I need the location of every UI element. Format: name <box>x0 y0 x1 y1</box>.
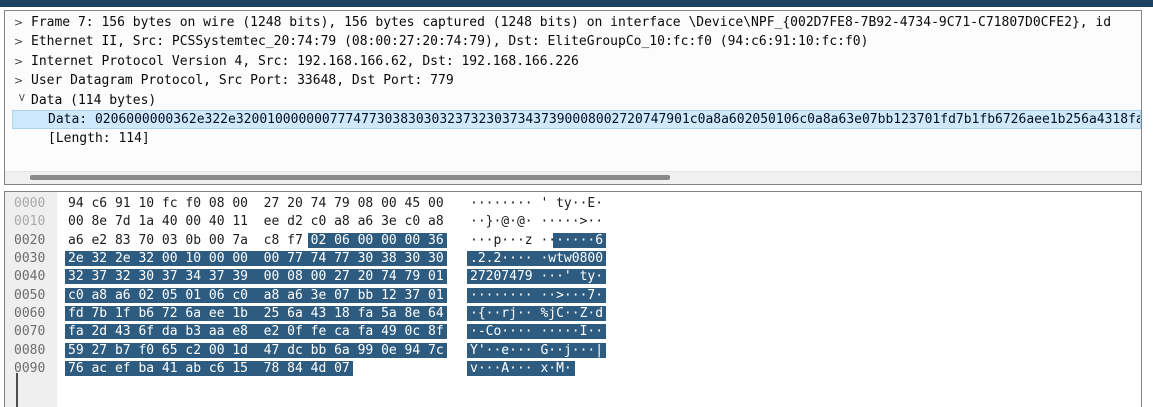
chevron-down-icon[interactable]: > <box>12 93 31 107</box>
hex-bytes[interactable]: 76 ac ef ba 41 ab c6 15 78 84 4d 07 <box>68 360 350 378</box>
ascii-bytes-selected: .2.2···· ·wtw0800 <box>467 251 606 266</box>
details-horizontal-scrollbar[interactable] <box>5 171 1141 184</box>
ascii-bytes[interactable]: 27207479 ···' ty· <box>470 268 603 286</box>
hex-row[interactable]: 0000 94 c6 91 10 fc f0 08 00 27 20 74 79 … <box>5 195 1141 213</box>
hex-offset: 0090 <box>14 360 45 378</box>
hex-row[interactable]: 0030 2e 32 2e 32 00 10 00 00 00 77 74 77 … <box>5 250 1141 268</box>
hex-bytes[interactable]: c0 a8 a6 02 05 01 06 c0 a8 a6 3e 07 bb 1… <box>68 287 444 305</box>
hex-dump-rows: 0000 94 c6 91 10 fc f0 08 00 27 20 74 79 … <box>5 195 1141 378</box>
detail-row[interactable]: >User Datagram Protocol, Src Port: 33648… <box>5 71 1141 90</box>
ascii-bytes-plain: ··}·@·@· ·····>·· <box>470 214 603 229</box>
hex-offset: 0030 <box>14 250 45 268</box>
ascii-bytes-selected: 27207479 ···' ty· <box>467 269 606 284</box>
ascii-bytes-selected: Y'··e··· G··j···| <box>467 343 606 358</box>
chevron-right-icon[interactable]: > <box>14 52 28 71</box>
details-scrollbar-thumb[interactable] <box>30 175 670 180</box>
hex-bytes-selected: fd 7b 1f b6 72 6a ee 1b 25 6a 43 18 fa 5… <box>65 306 447 321</box>
hex-offset: 0050 <box>14 287 45 305</box>
hex-bytes[interactable]: 00 8e 7d 1a 40 00 40 11 ee d2 c0 a8 a6 3… <box>68 213 444 231</box>
hex-bytes-selected: c0 a8 a6 02 05 01 06 c0 a8 a6 3e 07 bb 1… <box>65 288 447 303</box>
detail-row-label: Data (114 bytes) <box>31 93 156 108</box>
hex-bytes[interactable]: fd 7b 1f b6 72 6a ee 1b 25 6a 43 18 fa 5… <box>68 305 444 323</box>
hex-bytes-plain: 94 c6 91 10 fc f0 08 00 27 20 74 79 08 0… <box>68 196 444 211</box>
hex-row[interactable]: 0080 59 27 b7 f0 65 c2 00 1d 47 dc bb 6a … <box>5 342 1141 360</box>
hex-offset: 0010 <box>14 213 45 231</box>
ascii-bytes-selected: ·{··rj·· %jC··Z·d <box>467 306 606 321</box>
detail-row-label: Frame 7: 156 bytes on wire (1248 bits), … <box>31 15 1111 30</box>
hex-offset: 0040 <box>14 268 45 286</box>
packet-details-pane[interactable]: >Frame 7: 156 bytes on wire (1248 bits),… <box>4 10 1142 185</box>
ascii-bytes[interactable]: v···A··· x·M· <box>470 360 572 378</box>
top-accent-bar <box>0 0 1153 7</box>
hex-bytes-selected: fa 2d 43 6f da b3 aa e8 e2 0f fe ca fa 4… <box>65 324 447 339</box>
detail-row[interactable]: >Data (114 bytes) <box>5 91 1141 110</box>
ascii-bytes[interactable]: ········ ' ty··E· <box>470 195 603 213</box>
hex-bytes-selected: 02 06 00 00 00 36 <box>308 233 447 248</box>
hex-offset: 0020 <box>14 232 45 250</box>
hex-offset: 0060 <box>14 305 45 323</box>
detail-row[interactable]: >Ethernet II, Src: PCSSystemtec_20:74:79… <box>5 32 1141 51</box>
hex-row[interactable]: 0010 00 8e 7d 1a 40 00 40 11 ee d2 c0 a8 … <box>5 213 1141 231</box>
chevron-right-icon[interactable]: > <box>14 32 28 51</box>
hex-pane-caret <box>16 373 18 407</box>
hex-row[interactable]: 0060 fd 7b 1f b6 72 6a ee 1b 25 6a 43 18 … <box>5 305 1141 323</box>
ascii-bytes[interactable]: ·{··rj·· %jC··Z·d <box>470 305 603 323</box>
hex-offset: 0080 <box>14 342 45 360</box>
ascii-bytes-plain: ········ ' ty··E· <box>470 196 603 211</box>
detail-row-label: User Datagram Protocol, Src Port: 33648,… <box>31 73 454 88</box>
hex-bytes-selected: 2e 32 2e 32 00 10 00 00 00 77 74 77 30 3… <box>65 251 447 266</box>
hex-bytes[interactable]: 2e 32 2e 32 00 10 00 00 00 77 74 77 30 3… <box>68 250 444 268</box>
detail-row-label: Data: 0206000000362e322e3200100000007774… <box>48 112 1141 127</box>
detail-row[interactable]: Data: 0206000000362e322e3200100000007774… <box>12 110 1141 129</box>
hex-bytes[interactable]: fa 2d 43 6f da b3 aa e8 e2 0f fe ca fa 4… <box>68 323 444 341</box>
chevron-right-icon[interactable]: > <box>14 13 28 32</box>
detail-row[interactable]: >Internet Protocol Version 4, Src: 192.1… <box>5 52 1141 71</box>
ascii-bytes-selected: ·····6 <box>553 233 606 248</box>
hex-bytes-selected: 32 37 32 30 37 34 37 39 00 08 00 27 20 7… <box>65 269 447 284</box>
hex-bytes-selected: 76 ac ef ba 41 ab c6 15 78 84 4d 07 <box>65 361 353 376</box>
ascii-bytes-selected: v···A··· x·M· <box>467 361 575 376</box>
hex-bytes[interactable]: 32 37 32 30 37 34 37 39 00 08 00 27 20 7… <box>68 268 444 286</box>
ascii-bytes[interactable]: .2.2···· ·wtw0800 <box>470 250 603 268</box>
packet-details-rows: >Frame 7: 156 bytes on wire (1248 bits),… <box>5 13 1141 149</box>
detail-row[interactable]: [Length: 114] <box>5 129 1141 148</box>
ascii-bytes[interactable]: ········ ··>···7· <box>470 287 603 305</box>
chevron-right-icon[interactable]: > <box>14 71 28 90</box>
hex-offset: 0070 <box>14 323 45 341</box>
ascii-bytes[interactable]: Y'··e··· G··j···| <box>470 342 603 360</box>
ascii-bytes-selected: ·-Co···· ·····I·· <box>467 324 606 339</box>
hex-bytes[interactable]: 59 27 b7 f0 65 c2 00 1d 47 dc bb 6a 99 0… <box>68 342 444 360</box>
detail-row-label: [Length: 114] <box>48 131 150 146</box>
ascii-bytes[interactable]: ··}·@·@· ·····>·· <box>470 213 603 231</box>
hex-bytes[interactable]: a6 e2 83 70 03 0b 00 7a c8 f7 02 06 00 0… <box>68 232 444 250</box>
hex-bytes-selected: 59 27 b7 f0 65 c2 00 1d 47 dc bb 6a 99 0… <box>65 343 447 358</box>
hex-row[interactable]: 0040 32 37 32 30 37 34 37 39 00 08 00 27 … <box>5 268 1141 286</box>
detail-row-label: Internet Protocol Version 4, Src: 192.16… <box>31 54 579 69</box>
detail-row[interactable]: >Frame 7: 156 bytes on wire (1248 bits),… <box>5 13 1141 32</box>
packet-bytes-pane[interactable]: 0000 94 c6 91 10 fc f0 08 00 27 20 74 79 … <box>4 191 1142 407</box>
hex-row[interactable]: 0090 76 ac ef ba 41 ab c6 15 78 84 4d 07 v… <box>5 360 1141 378</box>
hex-bytes-plain: a6 e2 83 70 03 0b 00 7a c8 f7 <box>68 233 311 248</box>
ascii-bytes[interactable]: ···p···z ·······6 <box>470 232 603 250</box>
hex-row[interactable]: 0070 fa 2d 43 6f da b3 aa e8 e2 0f fe ca … <box>5 323 1141 341</box>
hex-row[interactable]: 0020 a6 e2 83 70 03 0b 00 7a c8 f7 02 06 … <box>5 232 1141 250</box>
hex-bytes[interactable]: 94 c6 91 10 fc f0 08 00 27 20 74 79 08 0… <box>68 195 444 213</box>
ascii-bytes[interactable]: ·-Co···· ·····I·· <box>470 323 603 341</box>
hex-bytes-plain: 00 8e 7d 1a 40 00 40 11 ee d2 c0 a8 a6 3… <box>68 214 444 229</box>
ascii-bytes-plain: ···p···z ·· <box>470 233 556 248</box>
hex-row[interactable]: 0050 c0 a8 a6 02 05 01 06 c0 a8 a6 3e 07 … <box>5 287 1141 305</box>
detail-row-label: Ethernet II, Src: PCSSystemtec_20:74:79 … <box>31 34 868 49</box>
hex-offset: 0000 <box>14 195 45 213</box>
ascii-bytes-selected: ········ ··>···7· <box>467 288 606 303</box>
